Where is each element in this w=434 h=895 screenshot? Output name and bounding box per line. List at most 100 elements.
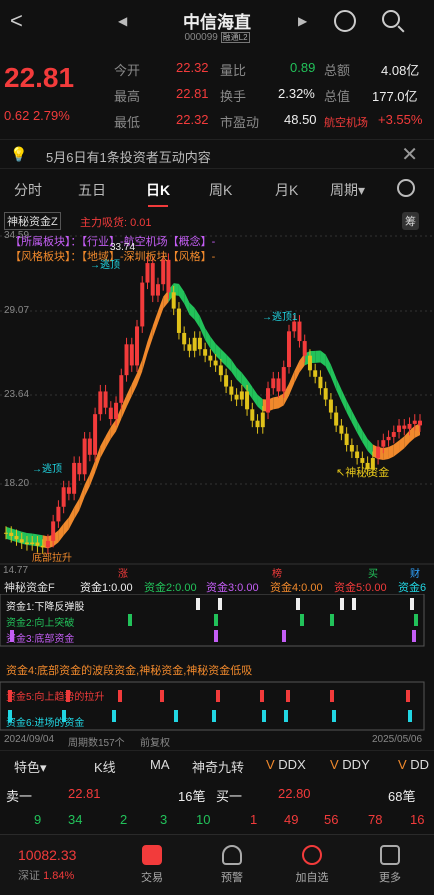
pe-value: 48.50 bbox=[284, 112, 317, 127]
candle-body bbox=[4, 532, 8, 534]
ma-toggle[interactable]: MA bbox=[150, 757, 170, 772]
legend-fund-6: 资金6 bbox=[398, 582, 427, 594]
ddx-toggle[interactable]: V DDX bbox=[266, 757, 306, 772]
candle-body bbox=[355, 451, 360, 459]
fund-signal-bar bbox=[414, 614, 418, 626]
fund-signal-bar bbox=[284, 710, 288, 722]
candle-body bbox=[40, 545, 45, 548]
fund-signal-bar bbox=[300, 614, 304, 626]
candle-body bbox=[297, 321, 302, 342]
tab-weekly-k[interactable]: 周K bbox=[209, 180, 232, 200]
low-value: 22.32 bbox=[176, 112, 209, 127]
notice-text: 5月6日有1条投资者互动内容 bbox=[46, 150, 211, 165]
candle-body bbox=[66, 487, 71, 494]
fund-signal-bar bbox=[128, 614, 132, 626]
candle-body bbox=[208, 355, 213, 361]
next-stock-icon[interactable]: ▶ bbox=[298, 14, 307, 28]
date-end: 2025/05/06 bbox=[372, 734, 423, 745]
candle-body bbox=[192, 337, 197, 351]
feature-dropdown[interactable]: 特色▾ bbox=[14, 757, 47, 776]
candle-body bbox=[344, 433, 349, 446]
tab-period-select[interactable]: 周期▾ bbox=[330, 180, 365, 200]
candle-body bbox=[182, 332, 187, 345]
index-widget[interactable]: 10082.33 深证 1.84% bbox=[18, 847, 76, 883]
trend-ribbon-segment bbox=[58, 523, 64, 543]
candle-body bbox=[339, 425, 344, 434]
gear-icon[interactable] bbox=[397, 179, 415, 197]
tab-monthly-k[interactable]: 月K bbox=[275, 180, 298, 200]
nine-turn-toggle[interactable]: 神奇九转 bbox=[192, 757, 244, 776]
trend-ribbon-segment bbox=[278, 393, 284, 409]
fund-signal-bar bbox=[212, 710, 216, 722]
candle-body bbox=[82, 438, 87, 475]
nav-add-watchlist[interactable]: 加自选 bbox=[282, 845, 342, 885]
trend-ribbon-segment bbox=[351, 410, 358, 433]
trend-ribbon-segment bbox=[241, 372, 248, 392]
index-value: 10082.33 bbox=[18, 847, 77, 863]
candle-body bbox=[35, 542, 40, 546]
tab-daily-k[interactable]: 日K bbox=[146, 180, 170, 207]
order-book: 卖一 22.81 16笔 买一 22.80 68笔 9 34 2 3 10 1 … bbox=[0, 780, 434, 834]
trend-ribbon-segment bbox=[100, 436, 106, 459]
dd-toggle[interactable]: V DD bbox=[398, 757, 429, 772]
trend-ribbon-segment bbox=[74, 498, 80, 520]
fund-signal-bar bbox=[410, 598, 414, 610]
high-label: 最高 bbox=[114, 89, 141, 104]
fund-row-6: 资金6:进场的资金 bbox=[6, 718, 85, 729]
candle-body bbox=[119, 375, 124, 403]
candle-body bbox=[145, 263, 150, 283]
trend-ribbon-segment bbox=[110, 419, 117, 439]
last-price: 22.81 bbox=[4, 62, 75, 93]
tab-five-day[interactable]: 五日 bbox=[78, 180, 106, 200]
ddy-toggle[interactable]: V DDY bbox=[330, 757, 370, 772]
price-mark-3: 23.64 bbox=[4, 389, 30, 400]
close-icon[interactable]: ✕ bbox=[401, 142, 418, 167]
search-icon[interactable] bbox=[382, 10, 400, 28]
price-mark-2: 29.07 bbox=[4, 305, 30, 316]
period-tabs: 分时 五日 日K 周K 月K 周期▾ bbox=[0, 172, 434, 207]
candle-body bbox=[187, 344, 192, 351]
trend-ribbon-segment bbox=[105, 426, 111, 449]
nav-trade[interactable]: 交易 bbox=[122, 845, 182, 885]
bottom-lift-note: 底部拉升 bbox=[32, 553, 72, 564]
trend-ribbon-segment bbox=[367, 438, 373, 457]
chips-button[interactable]: 筹 bbox=[402, 212, 419, 230]
trend-ribbon-segment bbox=[147, 325, 153, 354]
tab-intraday[interactable]: 分时 bbox=[14, 180, 42, 200]
kline-chart[interactable]: 神秘资金Z 主力吸货: 0.01 筹 34.59 29.07 23.64 18.… bbox=[0, 206, 434, 580]
sub-indicator-select[interactable]: 神秘资金F bbox=[4, 579, 55, 595]
fund-signal-bar bbox=[412, 630, 416, 642]
candle-body bbox=[360, 458, 365, 463]
candle-body bbox=[302, 341, 307, 356]
stock-title: 中信海直 bbox=[183, 13, 251, 32]
candle-body bbox=[292, 321, 297, 332]
candle-body bbox=[176, 308, 181, 333]
trend-ribbon-segment bbox=[336, 377, 342, 402]
nav-alert[interactable]: 预警 bbox=[202, 845, 262, 885]
investor-notice[interactable]: 💡 5月6日有1条投资者互动内容 ✕ bbox=[0, 139, 434, 169]
low-label: 最低 bbox=[114, 115, 141, 130]
trend-ribbon-segment bbox=[84, 473, 90, 497]
trend-ribbon-segment bbox=[252, 386, 258, 407]
fund-signal-bar bbox=[406, 690, 410, 702]
main-flow-text: 主力吸货: 0.01 bbox=[80, 217, 152, 229]
trend-ribbon-segment bbox=[404, 430, 410, 449]
trend-ribbon-segment bbox=[393, 440, 400, 457]
nav-more[interactable]: 更多 bbox=[360, 845, 420, 885]
sector-name[interactable]: 航空机场 bbox=[324, 114, 368, 130]
fund-signal-bar bbox=[216, 690, 220, 702]
trend-ribbon-segment bbox=[320, 350, 326, 367]
indicator-select[interactable]: 神秘资金Z bbox=[4, 212, 61, 230]
candle-body bbox=[250, 409, 255, 421]
candle-body bbox=[213, 360, 218, 366]
candle-body bbox=[276, 378, 281, 392]
fund-indicator-panel[interactable]: 神秘资金F 资金1:0.00 资金2:0.00 资金3:0.00 资金4:0.0… bbox=[0, 576, 434, 749]
bottom-nav: 10082.33 深证 1.84% 交易 预警 加自选 更多 bbox=[0, 834, 434, 895]
fund-signal-bar bbox=[408, 710, 412, 722]
legend-fund-2: 资金2:0.00 bbox=[144, 582, 197, 594]
indicator-toolbar: 特色▾ K线 MA 神奇九转 V DDX V DDY V DD bbox=[0, 750, 434, 778]
kline-toggle[interactable]: K线 bbox=[94, 757, 116, 776]
candle-body bbox=[218, 365, 223, 376]
assistant-icon[interactable] bbox=[334, 10, 356, 32]
candle-body bbox=[323, 388, 328, 400]
